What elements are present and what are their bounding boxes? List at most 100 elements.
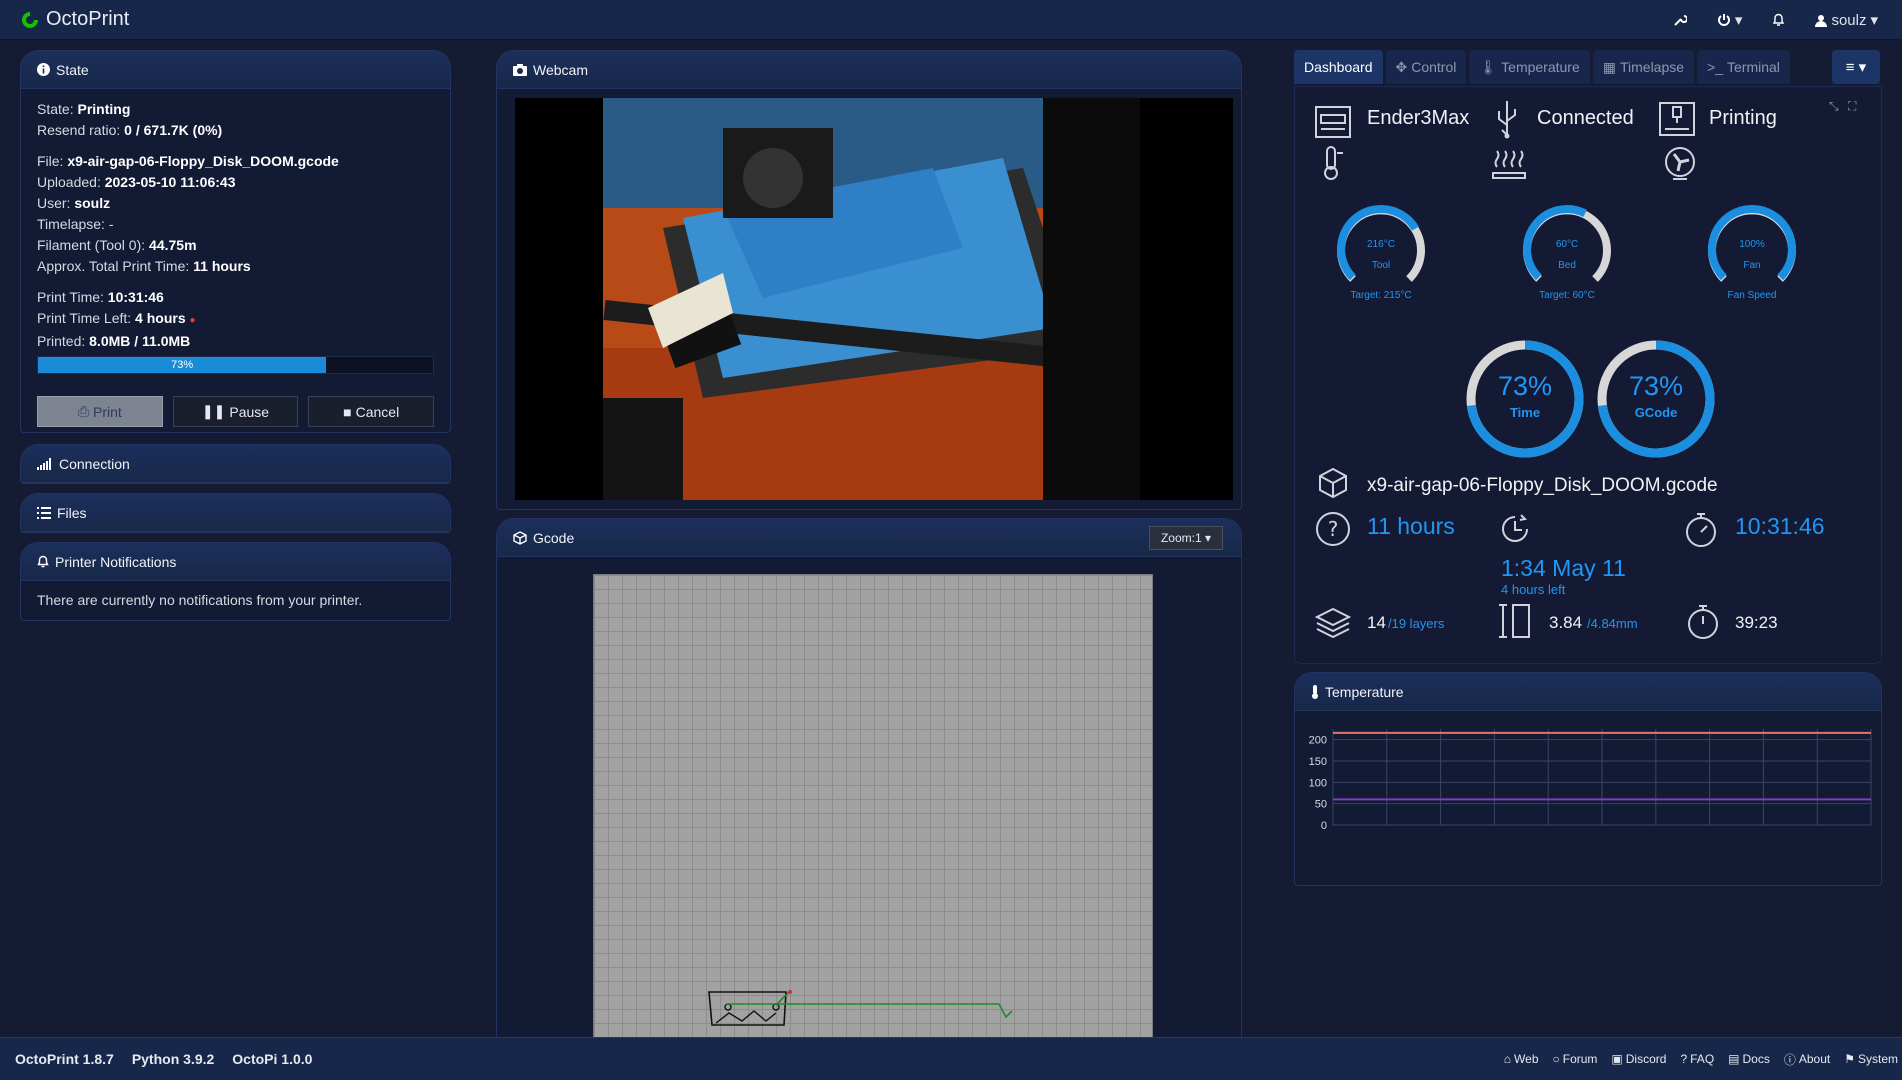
print-status: Printing	[1709, 107, 1777, 129]
power-icon	[1717, 14, 1730, 26]
height-current: 3.84	[1549, 613, 1583, 632]
temperature-panel-header[interactable]: Temperature	[1295, 673, 1881, 711]
tab-timelapse[interactable]: ▦ Timelapse	[1592, 50, 1695, 84]
octoprint-version: OctoPrint 1.8.7	[15, 1051, 114, 1067]
chart-y-tick: 50	[1315, 799, 1327, 811]
footer-link-about[interactable]: ⓘ About	[1784, 1051, 1830, 1068]
files-panel-title: Files	[57, 504, 87, 521]
layer-total: /19 layers	[1388, 616, 1445, 631]
webcam-panel-header[interactable]: Webcam	[497, 51, 1241, 89]
notifications-button[interactable]	[1772, 13, 1785, 27]
camera-icon	[513, 63, 527, 76]
tool-gauge: 216°C Tool Target: 215°C	[1331, 199, 1431, 301]
bed-gauge: 60°C Bed Target: 60°C	[1517, 199, 1617, 301]
dashboard-filename: x9-air-gap-06-Floppy_Disk_DOOM.gcode	[1367, 475, 1718, 496]
elapsed-time: 10:31:46	[1735, 513, 1825, 539]
layer-timer-icon	[1688, 605, 1718, 639]
fullscreen-webcam-icon[interactable]: ⤡	[1829, 99, 1839, 114]
tab-control[interactable]: ✥ Control	[1385, 50, 1467, 84]
terminal-icon: >_	[1707, 59, 1724, 75]
clock-eta-icon	[1502, 514, 1528, 542]
printer-icon	[1315, 106, 1351, 138]
settings-button[interactable]	[1673, 13, 1687, 27]
footer-link-discord[interactable]: ▣ Discord	[1611, 1051, 1666, 1068]
tabs-menu-button[interactable]: ≡ ▾	[1832, 50, 1880, 84]
gcode-viewer-canvas[interactable]	[593, 574, 1153, 1039]
printer-icon: ⎙	[77, 403, 90, 419]
temperature-panel: Temperature 200 150 100 50 0	[1294, 672, 1882, 886]
user-menu-button[interactable]: soulz ▾	[1815, 11, 1878, 29]
question-icon: ?	[1680, 1052, 1688, 1066]
footer-link-forum[interactable]: ○ Forum	[1553, 1051, 1598, 1068]
dashboard-panel: ⤡ ⛶ Ender3Max Connected Printing 216°C T…	[1294, 86, 1882, 664]
info-icon: ⓘ	[1783, 1052, 1796, 1067]
caret-icon: ▾	[1870, 12, 1878, 29]
pause-icon: ❚❚	[201, 403, 226, 419]
notifications-message: There are currently no notifications fro…	[37, 592, 363, 608]
gcode-panel-header[interactable]: Gcode Zoom:1 ▾	[497, 519, 1241, 557]
files-panel-header[interactable]: Files	[21, 494, 450, 532]
notifications-panel-title: Printer Notifications	[55, 553, 177, 570]
book-icon: ▤	[1728, 1052, 1740, 1066]
pause-button[interactable]: ❚❚ Pause	[172, 396, 299, 427]
fan-icon	[1665, 147, 1695, 180]
state-panel-title: State	[56, 61, 89, 78]
notifications-panel-header[interactable]: Printer Notifications	[21, 543, 450, 581]
tab-temperature[interactable]: 🌡 Temperature	[1469, 50, 1590, 84]
home-icon: ⌂	[1503, 1052, 1512, 1066]
arrows-icon: ✥	[1395, 58, 1408, 75]
footer-link-system[interactable]: ⚑ System	[1844, 1051, 1898, 1068]
tool-target: Target: 215°C	[1350, 290, 1412, 301]
progress-fill: 73%	[38, 357, 327, 373]
comment-icon: ○	[1552, 1052, 1560, 1066]
signal-icon	[37, 457, 53, 470]
footer: OctoPrint 1.8.7 Python 3.9.2 OctoPi 1.0.…	[0, 1037, 1902, 1080]
username: soulz	[1831, 11, 1867, 29]
printer-name: Ender3Max	[1367, 107, 1470, 129]
discord-icon: ▣	[1611, 1052, 1623, 1066]
system-menu-button[interactable]: ▾	[1717, 11, 1743, 29]
layer-current: 14	[1367, 613, 1386, 632]
gcode-panel-title: Gcode	[533, 529, 575, 546]
tab-terminal[interactable]: >_ Terminal	[1697, 50, 1790, 84]
cancel-button[interactable]: ■ Cancel	[308, 396, 435, 427]
brand-link[interactable]: OctoPrint	[20, 8, 129, 31]
webcam-image	[603, 98, 1140, 500]
thermometer-icon: 🌡	[1479, 58, 1498, 75]
footer-link-web[interactable]: ⌂ Web	[1504, 1051, 1539, 1068]
tab-dashboard[interactable]: Dashboard	[1294, 50, 1383, 84]
webcam-stream[interactable]	[515, 98, 1233, 500]
printer-status-icon	[1659, 102, 1695, 136]
print-time-row: Print Time: 10:31:46	[37, 289, 164, 305]
user-icon	[1815, 14, 1828, 27]
footer-link-faq[interactable]: ? FAQ	[1680, 1051, 1714, 1068]
heated-bed-icon	[1492, 150, 1526, 179]
connection-panel-header[interactable]: Connection	[21, 445, 450, 483]
webcam-panel-title: Webcam	[533, 61, 588, 78]
layers-icon	[1314, 607, 1352, 639]
bars-icon: ≡ ▾	[1845, 59, 1867, 76]
time-progress-ring: 73% Time	[1463, 337, 1587, 461]
notifications-panel: Printer Notifications There are currentl…	[20, 542, 451, 621]
zoom-dropdown[interactable]: Zoom:1 ▾	[1149, 526, 1223, 550]
file-row: File: x9-air-gap-06-Floppy_Disk_DOOM.gco…	[37, 153, 339, 169]
print-button[interactable]: ⎙ Print	[37, 396, 163, 427]
uploaded-row: Uploaded: 2023-05-10 11:06:43	[37, 174, 236, 190]
thermometer-icon	[1311, 684, 1319, 699]
files-panel: Files	[20, 493, 451, 533]
fullscreen-icon[interactable]: ⛶	[1848, 99, 1856, 114]
tool-temp-value: 216°C	[1367, 239, 1395, 250]
state-panel-header[interactable]: State	[21, 51, 450, 89]
fan-target: Fan Speed	[1727, 290, 1777, 301]
temperature-panel-title: Temperature	[1325, 683, 1404, 700]
bed-target: Target: 60°C	[1539, 290, 1595, 301]
estimate-dot-icon: ●	[189, 315, 196, 326]
fan-speed-value: 100%	[1739, 239, 1765, 250]
footer-link-docs[interactable]: ▤ Docs	[1728, 1051, 1770, 1068]
gcode-progress-label: GCode	[1634, 405, 1678, 420]
navbar: OctoPrint ▾ soulz ▾	[0, 0, 1902, 40]
temperature-chart: 200 150 100 50 0	[1309, 729, 1872, 832]
usb-icon	[1498, 101, 1516, 139]
caret-icon: ▾	[1734, 12, 1743, 29]
chart-y-tick: 0	[1321, 820, 1327, 832]
